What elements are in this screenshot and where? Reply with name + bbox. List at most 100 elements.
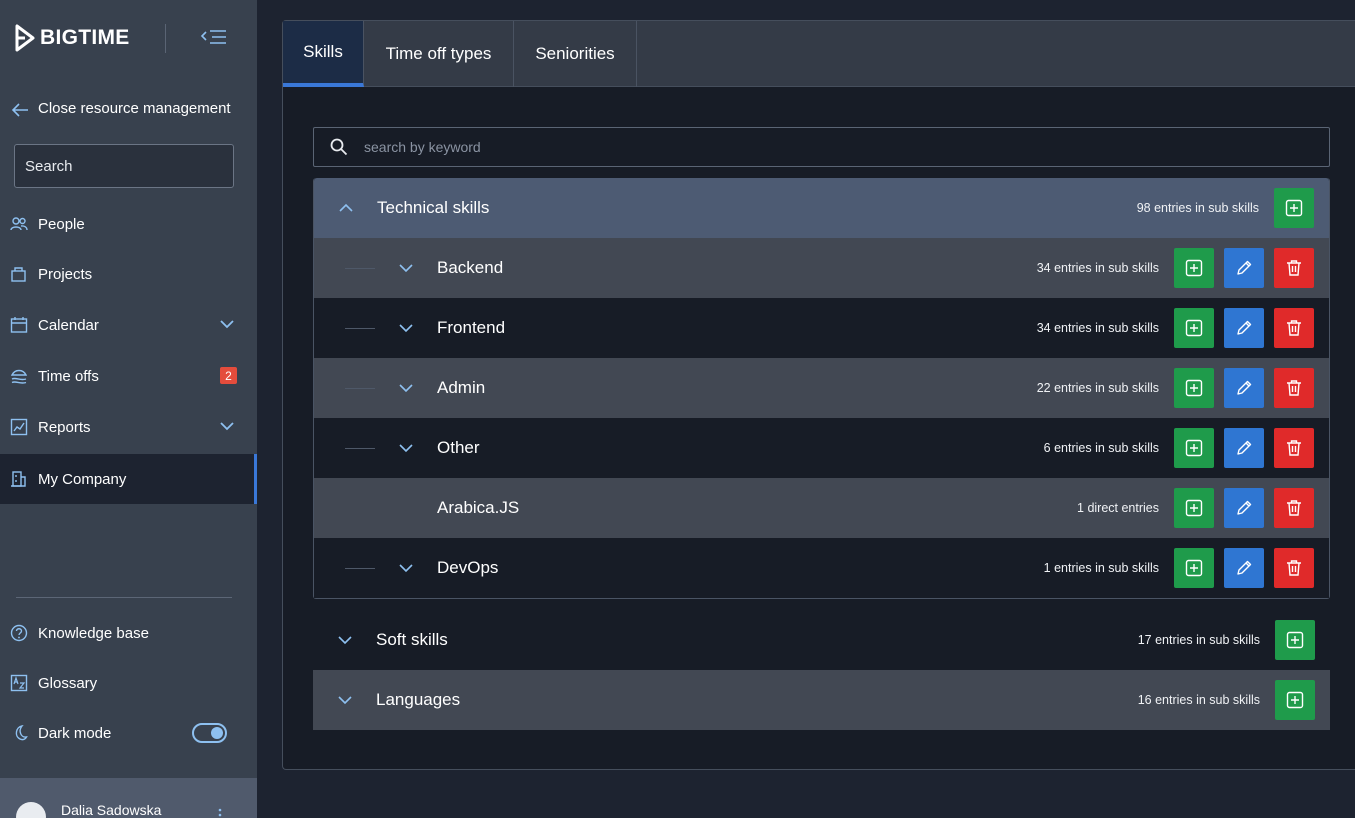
sidebar-item-label: Projects [38,265,93,283]
chevron-down-icon[interactable] [398,321,414,335]
chevron-down-icon[interactable] [337,693,353,707]
skill-label: Other [437,438,480,457]
add-button[interactable] [1174,488,1214,528]
technical-skills-group: Technical skills 98 entries in sub skill… [313,178,1330,599]
plus-square-icon [1185,319,1203,337]
sidebar-search-input[interactable] [25,157,224,175]
chevron-down-icon[interactable] [398,261,414,275]
edit-button[interactable] [1224,248,1264,288]
entries-count: 98 entries in sub skills [1136,201,1259,215]
add-button[interactable] [1275,620,1315,660]
chevron-down-icon[interactable] [398,561,414,575]
user-bar[interactable]: Dalia Sadowska [0,778,257,818]
add-button[interactable] [1174,248,1214,288]
plus-square-icon [1286,631,1304,649]
trash-icon [1287,260,1301,276]
trash-icon [1287,320,1301,336]
plus-square-icon [1185,259,1203,277]
pencil-icon [1237,260,1252,275]
skill-group-row[interactable]: Languages 16 entries in sub skills [313,670,1330,730]
collapse-sidebar-button[interactable] [200,26,228,48]
delete-button[interactable] [1274,548,1314,588]
delete-button[interactable] [1274,368,1314,408]
chevron-down-icon[interactable] [337,633,353,647]
keyword-search [313,127,1330,167]
edit-button[interactable] [1224,308,1264,348]
sidebar-item-my-company[interactable]: My Company [0,454,257,504]
sidebar-item-reports[interactable]: Reports [0,403,257,451]
keyword-search-input[interactable] [364,139,1329,155]
add-button[interactable] [1174,308,1214,348]
dark-mode-toggle[interactable] [192,723,227,743]
calendar-icon [10,316,28,334]
chevron-down-icon[interactable] [219,418,235,434]
skill-row[interactable]: Admin 22 entries in sub skills [314,358,1329,418]
tab-label: Skills [303,42,343,61]
delete-button[interactable] [1274,488,1314,528]
pencil-icon [1237,500,1252,515]
plus-square-icon [1185,559,1203,577]
collapse-menu-icon [200,30,226,44]
skills-tree: Technical skills 98 entries in sub skill… [313,178,1330,730]
add-button[interactable] [1174,428,1214,468]
arrow-left-icon [11,103,28,117]
trash-icon [1287,560,1301,576]
add-button[interactable] [1174,368,1214,408]
chevron-down-icon[interactable] [219,316,235,332]
skill-row[interactable]: DevOps 1 entries in sub skills [314,538,1329,598]
plus-square-icon [1185,439,1203,457]
delete-button[interactable] [1274,428,1314,468]
people-icon [10,215,28,233]
edit-button[interactable] [1224,428,1264,468]
close-resource-management-link[interactable]: Close resource management [10,98,231,118]
tab-seniorities[interactable]: Seniorities [514,21,637,87]
entries-count: 17 entries in sub skills [1137,633,1260,647]
logo-divider [165,24,166,53]
time-offs-badge: 2 [220,367,237,384]
skill-group-row[interactable]: Technical skills 98 entries in sub skill… [314,178,1329,238]
chevron-up-icon[interactable] [338,201,354,215]
add-button[interactable] [1274,188,1314,228]
logo[interactable]: BIGTIME [14,24,130,52]
tabs: Skills Time off types Seniorities [283,21,1355,87]
more-vertical-icon[interactable] [218,808,222,818]
trash-icon [1287,380,1301,396]
skill-row[interactable]: Arabica.JS 1 direct entries [314,478,1329,538]
sidebar-item-knowledge-base[interactable]: Knowledge base [0,609,257,657]
entries-count: 22 entries in sub skills [1036,381,1159,395]
add-button[interactable] [1275,680,1315,720]
bigtime-logo-icon [15,24,35,52]
edit-button[interactable] [1224,548,1264,588]
sidebar-item-calendar[interactable]: Calendar [0,301,257,349]
chevron-down-icon[interactable] [398,441,414,455]
delete-button[interactable] [1274,308,1314,348]
skill-group-row[interactable]: Soft skills 17 entries in sub skills [313,610,1330,670]
sidebar-item-label: People [38,215,85,233]
edit-button[interactable] [1224,368,1264,408]
delete-button[interactable] [1274,248,1314,288]
sidebar-item-people[interactable]: People [0,200,257,248]
chevron-down-icon[interactable] [398,381,414,395]
edit-button[interactable] [1224,488,1264,528]
tab-skills[interactable]: Skills [283,21,364,87]
sidebar-item-time-offs[interactable]: Time offs 2 [0,352,257,400]
sidebar-divider [16,597,232,598]
close-resource-management-label: Close resource management [38,99,231,117]
entries-count: 1 entries in sub skills [1043,561,1159,575]
skill-row[interactable]: Backend 34 entries in sub skills [314,238,1329,298]
tab-time-off-types[interactable]: Time off types [364,21,514,87]
sidebar-item-label: My Company [38,470,127,488]
trash-icon [1287,440,1301,456]
entries-count: 34 entries in sub skills [1036,261,1159,275]
plus-square-icon [1285,199,1303,217]
add-button[interactable] [1174,548,1214,588]
time-offs-icon [10,367,28,385]
skill-group-label: Technical skills [377,198,490,217]
sidebar-item-projects[interactable]: Projects [0,250,257,298]
plus-square-icon [1185,379,1203,397]
sidebar-item-label: Glossary [38,674,98,692]
main-panel: Skills Time off types Seniorities Techni… [282,20,1355,770]
skill-row[interactable]: Other 6 entries in sub skills [314,418,1329,478]
skill-row[interactable]: Frontend 34 entries in sub skills [314,298,1329,358]
sidebar-item-glossary[interactable]: Glossary [0,659,257,707]
